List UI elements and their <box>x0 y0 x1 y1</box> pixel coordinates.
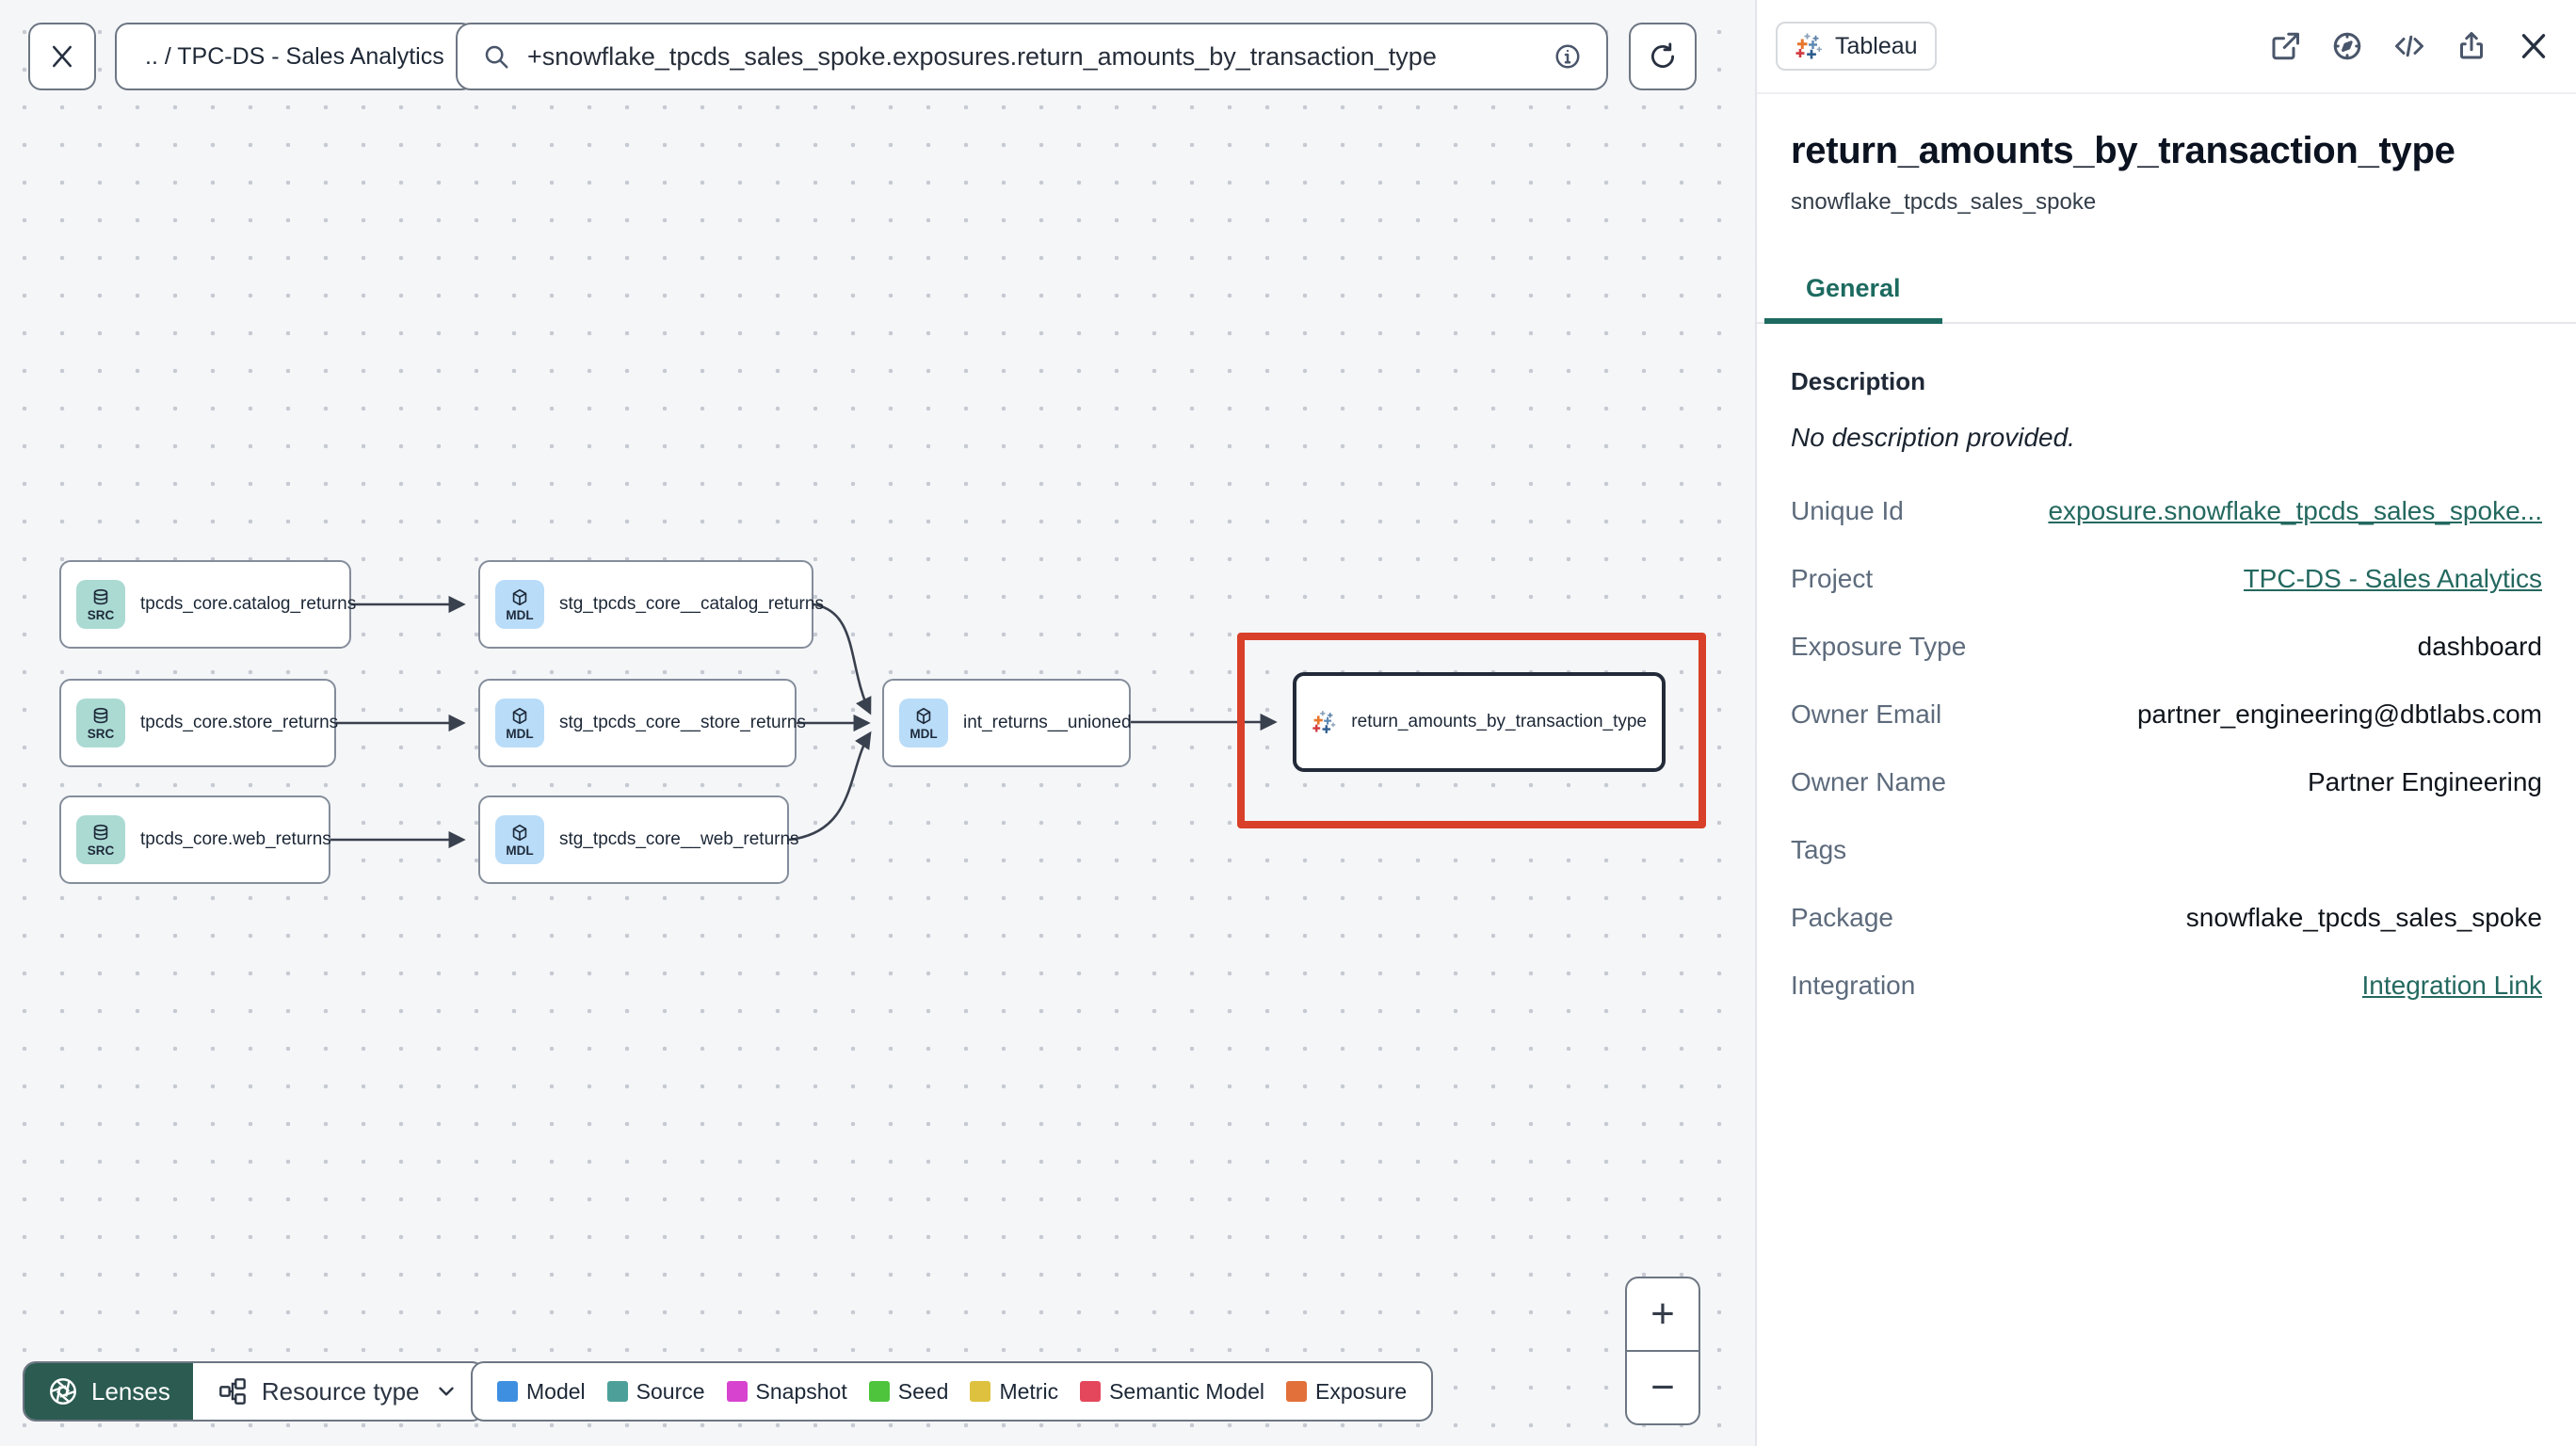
panel-tabs: General <box>1757 259 2576 324</box>
unique-id-link[interactable]: exposure.snowflake_tpcds_sales_spoke... <box>2048 496 2542 526</box>
cube-icon <box>509 823 530 844</box>
legend-swatch <box>726 1381 748 1402</box>
node-label: tpcds_core.catalog_returns <box>140 594 357 614</box>
node-model-stg-web-returns[interactable]: MDL stg_tpcds_core__web_returns <box>478 795 799 884</box>
node-label: int_returns__unioned <box>963 713 1132 732</box>
field-row-owner-email: Owner Email partner_engineering@dbtlabs.… <box>1791 699 2542 729</box>
node-label: stg_tpcds_core__catalog_returns <box>559 594 824 614</box>
field-row-unique-id: Unique Id exposure.snowflake_tpcds_sales… <box>1791 496 2542 526</box>
page-title: return_amounts_by_transaction_type <box>1791 130 2455 171</box>
legend-item-model: Model <box>497 1379 586 1405</box>
cube-icon <box>913 706 934 727</box>
node-model-stg-store-returns[interactable]: MDL stg_tpcds_core__store_returns <box>478 679 806 767</box>
node-label: return_amounts_by_transaction_type <box>1351 712 1647 731</box>
chip-label: MDL <box>910 726 938 741</box>
database-icon <box>90 823 111 844</box>
description-heading: Description <box>1791 367 1926 395</box>
zoom-out-button[interactable]: − <box>1627 1352 1699 1423</box>
zoom-in-button[interactable]: + <box>1627 1278 1699 1352</box>
panel-actions <box>2267 28 2552 64</box>
lenses-label: Lenses <box>91 1376 170 1406</box>
legend-swatch <box>868 1381 890 1402</box>
code-button[interactable] <box>2391 28 2427 64</box>
model-chip: MDL <box>899 699 948 747</box>
package-value: snowflake_tpcds_sales_spoke <box>2185 903 2542 932</box>
legend-item-snapshot: Snapshot <box>726 1379 847 1405</box>
description-empty-text: No description provided. <box>1791 423 2075 452</box>
field-row-package: Package snowflake_tpcds_sales_spoke <box>1791 903 2542 932</box>
aperture-icon <box>50 1378 76 1405</box>
legend-item-metric: Metric <box>970 1379 1058 1405</box>
tableau-icon <box>1312 700 1336 744</box>
integration-link[interactable]: Integration Link <box>2362 971 2542 1001</box>
lenses-button[interactable]: Lenses <box>24 1363 193 1420</box>
owner-email-value: partner_engineering@dbtlabs.com <box>2136 699 2542 729</box>
close-panel-button[interactable] <box>2516 28 2552 64</box>
node-source-catalog-returns[interactable]: SRC tpcds_core.catalog_returns <box>59 560 356 649</box>
legend-swatch <box>497 1381 518 1402</box>
tab-general[interactable]: General <box>1764 259 1942 324</box>
explore-compass-button[interactable] <box>2329 28 2365 64</box>
node-label: stg_tpcds_core__web_returns <box>559 829 799 849</box>
node-label: stg_tpcds_core__store_returns <box>559 713 806 732</box>
model-chip: MDL <box>495 580 544 629</box>
field-row-owner-name: Owner Name Partner Engineering <box>1791 767 2542 796</box>
chip-label: SRC <box>87 726 115 741</box>
chip-label: SRC <box>87 607 115 622</box>
panel-body: return_amounts_by_transaction_type snowf… <box>1757 130 2576 1020</box>
legend-item-source: Source <box>606 1379 705 1405</box>
open-external-button[interactable] <box>2267 28 2303 64</box>
field-list: Unique Id exposure.snowflake_tpcds_sales… <box>1791 477 2542 1020</box>
chip-label: SRC <box>87 843 115 858</box>
package-subtitle: snowflake_tpcds_sales_spoke <box>1791 189 2097 215</box>
cube-icon <box>509 706 530 727</box>
tableau-icon <box>1795 32 1823 60</box>
tableau-badge-label: Tableau <box>1835 32 1918 59</box>
legend-swatch <box>606 1381 628 1402</box>
legend-item-semantic-model: Semantic Model <box>1080 1379 1264 1405</box>
lenses-control: Lenses Resource type <box>23 1361 485 1422</box>
legend-swatch <box>1286 1381 1307 1402</box>
chip-label: MDL <box>506 843 534 858</box>
node-exposure-return-amounts[interactable]: return_amounts_by_transaction_type <box>1293 672 1666 772</box>
tableau-badge[interactable]: Tableau <box>1776 22 1937 71</box>
node-model-stg-catalog-returns[interactable]: MDL stg_tpcds_core__catalog_returns <box>478 560 824 649</box>
node-source-store-returns[interactable]: SRC tpcds_core.store_returns <box>59 679 339 767</box>
resource-type-dropdown[interactable]: Resource type <box>193 1363 483 1420</box>
node-type-legend: Model Source Snapshot Seed Metric Semant… <box>471 1361 1434 1422</box>
field-row-integration: Integration Integration Link <box>1791 971 2542 1001</box>
source-chip: SRC <box>76 580 125 629</box>
chip-label: MDL <box>506 607 534 622</box>
node-label: tpcds_core.store_returns <box>140 713 339 732</box>
source-chip: SRC <box>76 699 125 747</box>
cube-icon <box>509 587 530 608</box>
chip-label: MDL <box>506 726 534 741</box>
share-button[interactable] <box>2454 28 2489 64</box>
owner-name-value: Partner Engineering <box>2307 767 2542 796</box>
project-link[interactable]: TPC-DS - Sales Analytics <box>2244 564 2542 594</box>
node-source-web-returns[interactable]: SRC tpcds_core.web_returns <box>59 795 331 884</box>
resource-type-label: Resource type <box>261 1376 420 1406</box>
node-label: tpcds_core.web_returns <box>140 829 331 849</box>
field-row-exposure-type: Exposure Type dashboard <box>1791 632 2542 661</box>
details-panel: Tableau return_amounts_by_transaction_ty… <box>1755 0 2576 1446</box>
resource-type-icon <box>218 1378 246 1405</box>
panel-header: Tableau <box>1757 0 2576 94</box>
source-chip: SRC <box>76 815 125 864</box>
legend-item-exposure: Exposure <box>1286 1379 1407 1405</box>
node-model-int-returns-unioned[interactable]: MDL int_returns__unioned <box>882 679 1132 767</box>
exposure-type-value: dashboard <box>2417 632 2542 661</box>
field-row-tags: Tags <box>1791 835 1847 864</box>
legend-swatch <box>1080 1381 1102 1402</box>
legend-item-seed: Seed <box>868 1379 948 1405</box>
field-row-project: Project TPC-DS - Sales Analytics <box>1791 564 2542 594</box>
zoom-control: + − <box>1625 1277 1700 1425</box>
lineage-canvas[interactable]: .. / TPC-DS - Sales Analytics +snowflake… <box>0 0 1755 1446</box>
legend-swatch <box>970 1381 991 1402</box>
model-chip: MDL <box>495 815 544 864</box>
chevron-down-icon <box>438 1387 454 1396</box>
database-icon <box>90 587 111 608</box>
database-icon <box>90 706 111 727</box>
model-chip: MDL <box>495 699 544 747</box>
